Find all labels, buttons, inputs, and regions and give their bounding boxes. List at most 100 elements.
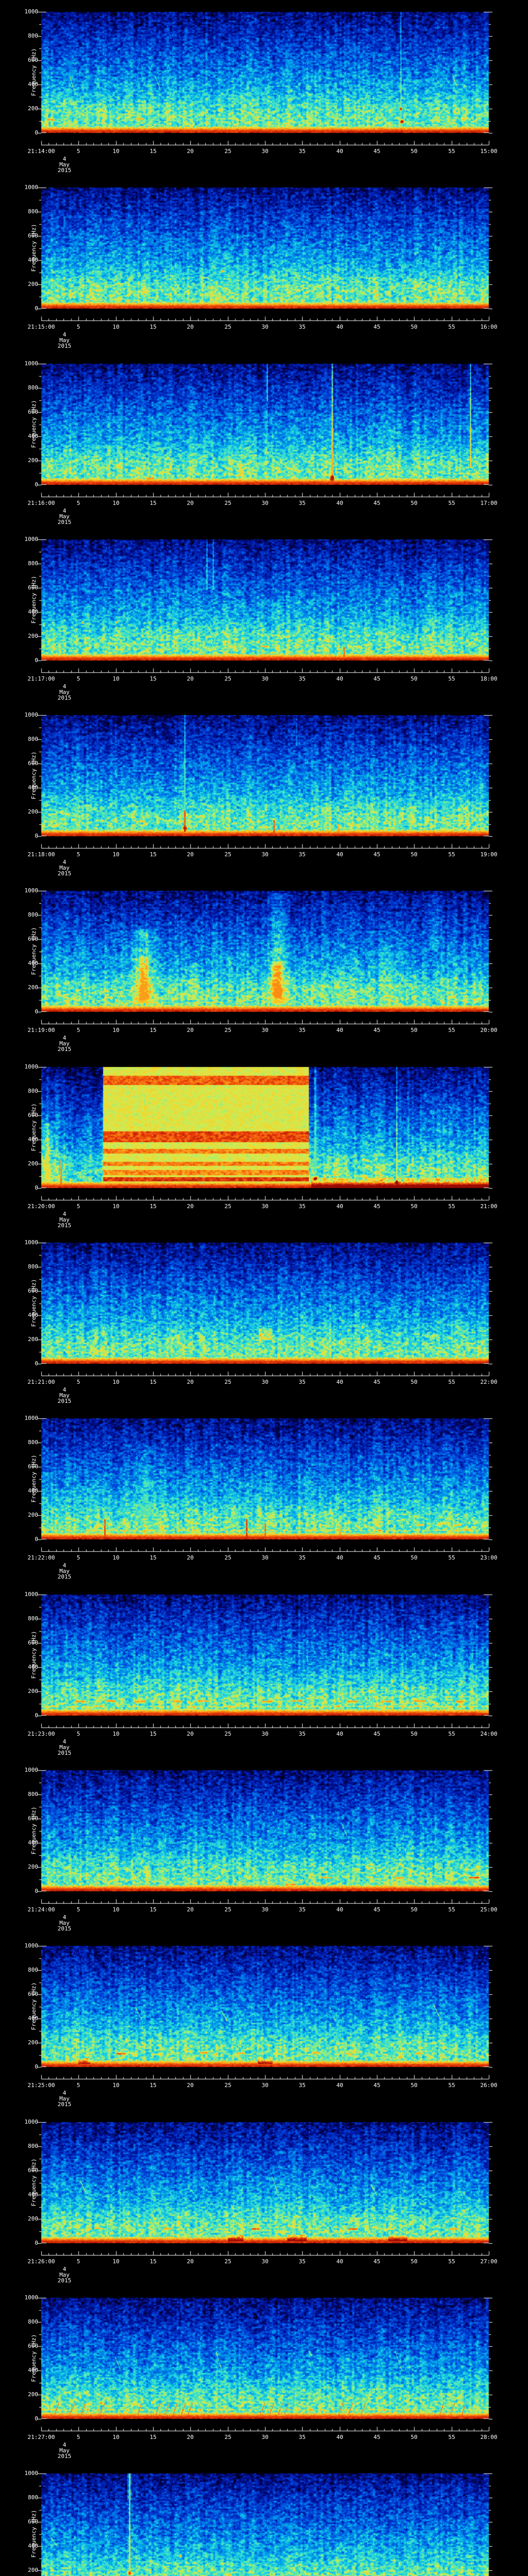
x-tick-label: 50 bbox=[410, 2434, 418, 2441]
y-tick-label: 800 bbox=[28, 1263, 38, 1270]
y-tick-label: 400 bbox=[28, 1312, 38, 1318]
y-tick-label: 400 bbox=[28, 1487, 38, 1494]
spectrogram-panel: Frequency (Hz) 0 200 400 600 800 1000 21:18:00 5… bbox=[0, 703, 528, 879]
x-tick-label: 45 bbox=[373, 324, 381, 330]
spectrogram-panel: Frequency (Hz) 0 200 400 600 800 1000 21:27:00 5… bbox=[0, 2286, 528, 2462]
x-tick-label: 25 bbox=[224, 1379, 232, 1385]
y-axis-label: Frequency (Hz) bbox=[30, 2510, 37, 2558]
y-tick-label: 600 bbox=[28, 584, 38, 591]
y-axis-label: Frequency (Hz) bbox=[30, 751, 37, 800]
spectrogram-canvas bbox=[0, 2462, 528, 2576]
y-tick-label: 0 bbox=[35, 833, 38, 839]
y-tick-label: 400 bbox=[28, 1839, 38, 1846]
x-tick-label: 25 bbox=[224, 1027, 232, 1033]
x-tick-label: 30 bbox=[261, 324, 269, 330]
x-tick-label: 35 bbox=[299, 1203, 306, 1210]
x-axis-start-time: 21:23:00 bbox=[27, 1731, 55, 1737]
x-tick-label: 5 bbox=[76, 1203, 80, 1210]
x-axis-start-time: 21:15:00 bbox=[27, 324, 55, 330]
y-tick-label: 600 bbox=[28, 760, 38, 767]
x-tick-label: 25 bbox=[224, 851, 232, 858]
x-tick-label: 35 bbox=[299, 324, 306, 330]
x-tick-label: 45 bbox=[373, 1731, 381, 1737]
x-tick-label: 35 bbox=[299, 2434, 306, 2441]
date-label: 2015 bbox=[57, 1925, 72, 1932]
y-tick-label: 800 bbox=[28, 2494, 38, 2501]
y-tick-label: 400 bbox=[28, 2543, 38, 2549]
date-label: 2015 bbox=[57, 167, 72, 174]
spectrogram-panel: Frequency (Hz) 0 200 400 600 800 1000 21:24:00 5… bbox=[0, 1758, 528, 1935]
y-tick-label: 1000 bbox=[24, 1063, 39, 1070]
y-tick-label: 200 bbox=[28, 1512, 38, 1518]
x-tick-label: 35 bbox=[299, 1027, 306, 1033]
y-tick-label: 0 bbox=[35, 481, 38, 488]
x-tick-label: 15 bbox=[150, 2258, 157, 2265]
spectrogram-panel: Frequency (Hz) 0 200 400 600 800 1000 21:23:00 5… bbox=[0, 1583, 528, 1759]
x-tick-label: 50 bbox=[410, 1731, 418, 1737]
x-axis-start-time: 21:26:00 bbox=[27, 2258, 55, 2265]
x-tick-label: 15 bbox=[150, 324, 157, 330]
x-tick-label: 15 bbox=[150, 1027, 157, 1033]
x-tick-label: 5 bbox=[76, 851, 80, 858]
spectrogram-panel: Frequency (Hz) 0 200 400 600 800 1000 21:26:00 5… bbox=[0, 2110, 528, 2286]
x-tick-label: 10 bbox=[112, 2082, 120, 2089]
x-tick-label: 25 bbox=[224, 675, 232, 682]
y-tick-label: 1000 bbox=[24, 1239, 39, 1246]
x-tick-label: 35 bbox=[299, 148, 306, 155]
x-tick-label: 50 bbox=[410, 1027, 418, 1033]
x-axis-start-time: 21:27:00 bbox=[27, 2434, 55, 2441]
y-tick-label: 400 bbox=[28, 2367, 38, 2374]
x-tick-label: 10 bbox=[112, 500, 120, 506]
y-tick-label: 800 bbox=[28, 911, 38, 918]
x-tick-label: 10 bbox=[112, 1379, 120, 1385]
x-tick-label: 5 bbox=[76, 324, 80, 330]
x-tick-label: 40 bbox=[336, 2258, 343, 2265]
x-tick-label: 45 bbox=[373, 675, 381, 682]
x-axis-end-time: 19:00 bbox=[480, 851, 498, 858]
x-axis-end-time: 28:00 bbox=[480, 2434, 498, 2441]
x-tick-label: 20 bbox=[187, 500, 194, 506]
y-axis-label: Frequency (Hz) bbox=[30, 1806, 37, 1855]
y-tick-label: 800 bbox=[28, 560, 38, 567]
x-tick-label: 5 bbox=[76, 500, 80, 506]
x-tick-label: 20 bbox=[187, 851, 194, 858]
x-axis-start-time: 21:19:00 bbox=[27, 1027, 55, 1033]
y-tick-label: 0 bbox=[35, 1888, 38, 1894]
x-tick-label: 5 bbox=[76, 1906, 80, 1913]
x-tick-label: 25 bbox=[224, 2082, 232, 2089]
y-tick-label: 600 bbox=[28, 2518, 38, 2525]
y-tick-label: 1000 bbox=[24, 184, 39, 191]
x-axis-start-time: 21:17:00 bbox=[27, 675, 55, 682]
y-tick-label: 600 bbox=[28, 1815, 38, 1822]
y-tick-label: 200 bbox=[28, 808, 38, 815]
y-tick-label: 800 bbox=[28, 208, 38, 215]
spectrogram-panel: Frequency (Hz) 0 200 400 600 800 1000 21:19:00 5… bbox=[0, 879, 528, 1055]
y-tick-label: 800 bbox=[28, 1088, 38, 1094]
x-tick-label: 50 bbox=[410, 851, 418, 858]
x-tick-label: 25 bbox=[224, 1731, 232, 1737]
y-tick-label: 600 bbox=[28, 936, 38, 942]
x-axis-end-time: 22:00 bbox=[480, 1379, 498, 1385]
y-tick-label: 400 bbox=[28, 784, 38, 791]
x-tick-label: 40 bbox=[336, 1731, 343, 1737]
y-axis-label: Frequency (Hz) bbox=[30, 1279, 37, 1327]
y-tick-label: 600 bbox=[28, 232, 38, 239]
spectrogram-panel: Frequency (Hz)0200400600800100021:28:005… bbox=[0, 2462, 528, 2576]
x-tick-label: 40 bbox=[336, 2082, 343, 2089]
x-tick-label: 5 bbox=[76, 2258, 80, 2265]
spectrogram-panel: Frequency (Hz) 0 200 400 600 800 1000 21:21:00 5… bbox=[0, 1231, 528, 1407]
x-tick-label: 55 bbox=[448, 1554, 455, 1561]
y-tick-label: 200 bbox=[28, 984, 38, 991]
y-tick-label: 600 bbox=[28, 2343, 38, 2349]
y-tick-label: 200 bbox=[28, 2039, 38, 2046]
x-tick-label: 30 bbox=[261, 1027, 269, 1033]
x-tick-label: 55 bbox=[448, 148, 455, 155]
y-axis-label: Frequency (Hz) bbox=[30, 575, 37, 624]
x-tick-label: 10 bbox=[112, 2258, 120, 2265]
x-tick-label: 5 bbox=[76, 148, 80, 155]
x-tick-label: 45 bbox=[373, 1554, 381, 1561]
x-tick-label: 40 bbox=[336, 500, 343, 506]
x-tick-label: 55 bbox=[448, 2082, 455, 2089]
x-tick-label: 40 bbox=[336, 851, 343, 858]
x-tick-label: 15 bbox=[150, 148, 157, 155]
